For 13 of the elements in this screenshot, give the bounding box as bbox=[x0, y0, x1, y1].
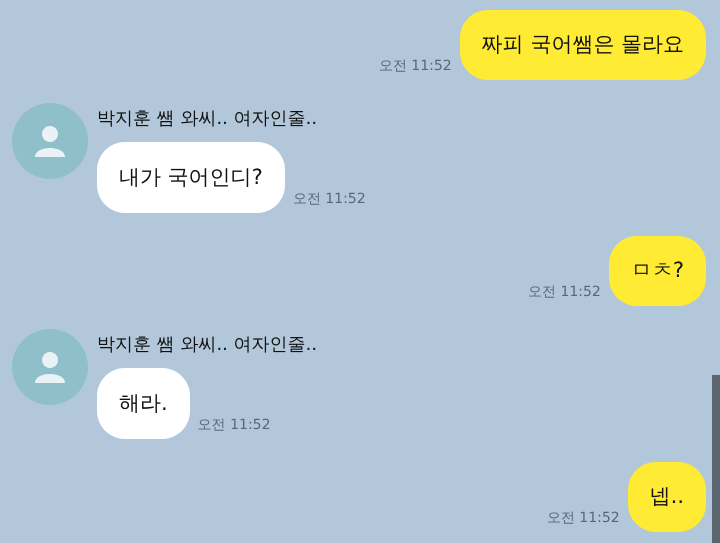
scrollbar[interactable] bbox=[712, 375, 720, 543]
message-time: 오전 11:52 bbox=[378, 57, 452, 76]
sender-name: 박지훈 쌤 와씨.. 여자인줄.. bbox=[97, 107, 318, 131]
sent-bubble: 짜피 국어쌤은 몰라요 bbox=[460, 10, 706, 80]
message-time: 오전 11:52 bbox=[198, 416, 270, 435]
received-bubble: 내가 국어인디? bbox=[97, 142, 285, 213]
received-bubble: 해라. bbox=[97, 368, 190, 439]
message-time: 오전 11:52 bbox=[528, 283, 601, 302]
message-time: 오전 11:52 bbox=[292, 190, 366, 209]
sent-bubble: ㅁㅊ? bbox=[608, 236, 706, 306]
sent-bubble: 넵.. bbox=[628, 462, 706, 532]
message-time: 오전 11:52 bbox=[546, 509, 620, 528]
sender-name: 박지훈 쌤 와씨.. 여자인줄.. bbox=[97, 333, 318, 357]
